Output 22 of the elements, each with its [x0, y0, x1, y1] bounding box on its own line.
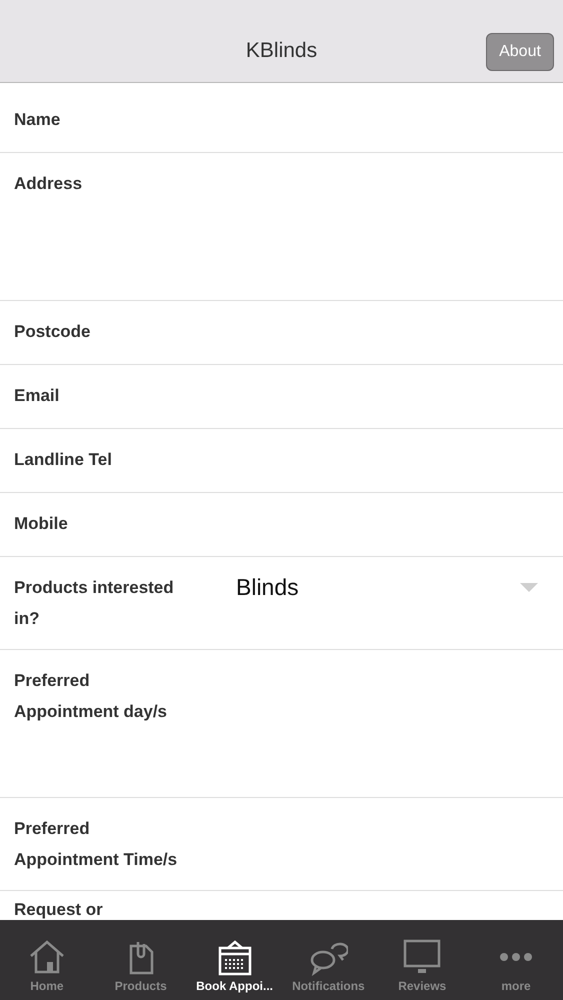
field-label: Landline Tel — [14, 449, 113, 471]
field-label: Email — [14, 385, 60, 407]
field-label: Products interested in? — [14, 577, 175, 630]
about-button[interactable]: About — [486, 33, 554, 71]
tab[interactable]: more — [469, 920, 563, 1000]
field-label: Mobile — [14, 513, 69, 535]
field-label: Address — [14, 173, 84, 195]
field-label: Preferred Appointment Time/s — [14, 818, 178, 871]
app-title: KBlinds — [246, 39, 318, 63]
field-label: Request or — [14, 900, 104, 920]
field-label: Preferred Appointment day/s — [14, 670, 168, 723]
tab[interactable]: Products — [94, 920, 188, 1000]
monitor-icon — [402, 938, 442, 976]
tab[interactable]: Notifications — [281, 920, 376, 1000]
tab[interactable]: Home — [0, 920, 94, 1000]
field-label: Postcode — [14, 321, 92, 343]
caret-icon — [520, 582, 538, 592]
field-label: Name — [14, 109, 62, 131]
tab[interactable]: Reviews — [375, 920, 470, 1000]
select-field[interactable]: Blinds — [200, 572, 554, 603]
tab[interactable]: Book Appoi... — [188, 920, 282, 1000]
more-icon — [498, 952, 534, 962]
